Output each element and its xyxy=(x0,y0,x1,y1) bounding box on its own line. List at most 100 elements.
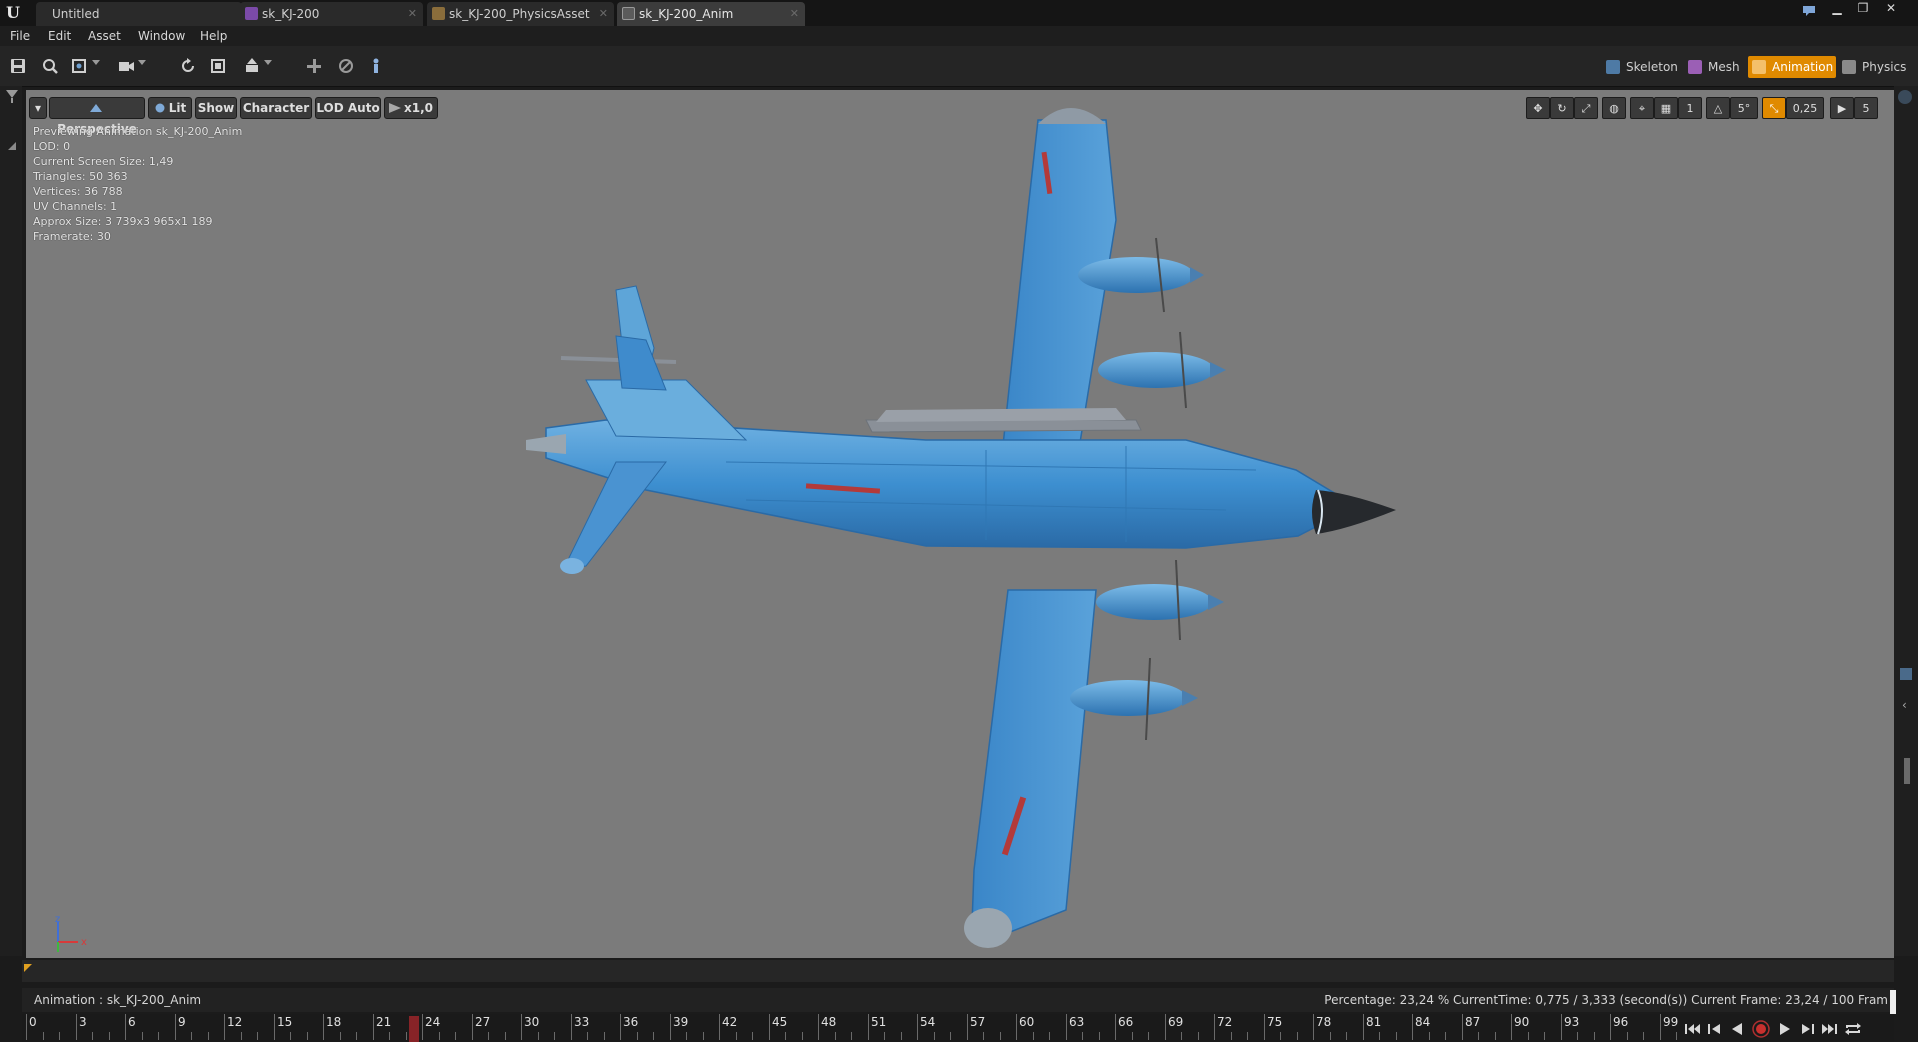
close-window-button[interactable]: ✕ xyxy=(1880,0,1902,18)
surface-snap-icon[interactable]: ⌖ xyxy=(1630,97,1654,119)
viewport-options-button[interactable]: ▾ xyxy=(29,97,47,119)
ruler-minor-tick xyxy=(1148,1032,1149,1040)
timeline-scrubber-handle[interactable] xyxy=(1890,990,1896,1014)
tab-untitled[interactable]: Untitled xyxy=(36,2,242,26)
ruler-minor-tick xyxy=(587,1032,588,1040)
ruler-minor-tick xyxy=(1033,1032,1034,1040)
ruler-tick xyxy=(224,1014,225,1040)
menu-asset[interactable]: Asset xyxy=(88,26,121,46)
scale-mode-icon[interactable]: ⤢ xyxy=(1574,97,1598,119)
export-icon[interactable] xyxy=(240,54,264,78)
close-icon[interactable]: ✕ xyxy=(408,2,417,26)
add-icon[interactable] xyxy=(302,54,326,78)
close-icon[interactable]: ✕ xyxy=(790,2,799,26)
playhead[interactable] xyxy=(409,1016,419,1042)
timeline-track-area[interactable] xyxy=(22,960,1894,982)
rotation-snap-icon[interactable]: △ xyxy=(1706,97,1730,119)
sidebar-tab-icon[interactable] xyxy=(6,90,18,104)
world-local-icon[interactable]: ◍ xyxy=(1602,97,1626,119)
loop-icon[interactable] xyxy=(1844,1020,1862,1038)
make-static-mesh-icon[interactable] xyxy=(206,54,230,78)
menu-help[interactable]: Help xyxy=(200,26,227,46)
browse-icon[interactable] xyxy=(38,54,62,78)
triangle-icon[interactable] xyxy=(8,142,16,150)
ruler-tick xyxy=(422,1014,423,1040)
perspective-button[interactable]: Perspective xyxy=(49,97,145,136)
viewport-stats: Previewing Animation sk_KJ-200_Anim LOD:… xyxy=(33,124,242,244)
tab-physics-asset[interactable]: sk_KJ-200_PhysicsAsset ✕ xyxy=(427,2,614,26)
close-icon[interactable]: ✕ xyxy=(599,2,608,26)
ruler-minor-tick xyxy=(340,1032,341,1040)
reimport-icon[interactable] xyxy=(176,54,200,78)
play-reverse-icon[interactable] xyxy=(1728,1020,1746,1038)
skip-to-start-icon[interactable] xyxy=(1684,1020,1702,1038)
scale-snap-value[interactable]: 0,25 xyxy=(1786,97,1824,119)
ruler-tick xyxy=(917,1014,918,1040)
ruler-tick xyxy=(1066,1014,1067,1040)
playback-speed-button[interactable]: x1,0 xyxy=(384,97,438,119)
translate-mode-icon[interactable]: ✥ xyxy=(1526,97,1550,119)
menu-edit[interactable]: Edit xyxy=(48,26,71,46)
grid-snap-value[interactable]: 1 xyxy=(1678,97,1702,119)
mode-skeleton-button[interactable]: Skeleton xyxy=(1602,56,1682,78)
tab-anim[interactable]: sk_KJ-200_Anim ✕ xyxy=(617,2,805,26)
menu-file[interactable]: File xyxy=(10,26,30,46)
panel-tab-icon[interactable] xyxy=(1900,668,1912,680)
chevron-down-icon[interactable] xyxy=(92,60,100,65)
mode-mesh-button[interactable]: Mesh xyxy=(1684,56,1746,78)
chevron-left-icon[interactable]: ‹ xyxy=(1902,698,1907,712)
chevron-down-icon[interactable] xyxy=(138,60,146,65)
scrollbar-thumb[interactable] xyxy=(1904,758,1910,784)
skip-to-end-icon[interactable] xyxy=(1820,1020,1838,1038)
details-tab-icon[interactable] xyxy=(1898,90,1912,104)
frame-ruler[interactable]: 0 3 6 9 12 15 18 21 24 27 30 33 36 39 42 45 48 51 54 57 60 63… xyxy=(22,1014,1680,1042)
ruler-minor-tick xyxy=(1297,1032,1298,1040)
rotation-snap-value[interactable]: 5° xyxy=(1730,97,1758,119)
lod-button[interactable]: LOD Auto xyxy=(315,97,381,119)
camera-speed-value[interactable]: 5 xyxy=(1854,97,1878,119)
mode-physics-button[interactable]: Physics xyxy=(1838,56,1916,78)
stat-screen-size: Current Screen Size: 1,49 xyxy=(33,155,174,168)
viewport[interactable]: ▾ Perspective Lit Show Character LOD Aut… xyxy=(26,90,1894,958)
chevron-down-icon[interactable] xyxy=(264,60,272,65)
lit-button[interactable]: Lit xyxy=(148,97,192,119)
show-button[interactable]: Show xyxy=(195,97,237,119)
camera-icon[interactable] xyxy=(114,54,138,78)
ruler-minor-tick xyxy=(1478,1032,1479,1040)
step-forward-icon[interactable] xyxy=(1798,1020,1816,1038)
ruler-minor-tick xyxy=(1429,1032,1430,1040)
record-icon[interactable] xyxy=(1752,1020,1770,1038)
ruler-minor-tick xyxy=(109,1032,110,1040)
engine-upper-inner xyxy=(1098,331,1226,409)
tab-label: sk_KJ-200_Anim xyxy=(639,7,734,21)
ruler-minor-tick xyxy=(241,1032,242,1040)
step-back-icon[interactable] xyxy=(1706,1020,1724,1038)
ruler-tick-label: 51 xyxy=(871,1015,887,1029)
ruler-tick-label: 45 xyxy=(772,1015,788,1029)
ruler-tick-label: 36 xyxy=(623,1015,639,1029)
physics-asset-icon xyxy=(432,7,445,20)
tab-sk-kj-200[interactable]: sk_KJ-200 ✕ xyxy=(240,2,423,26)
ruler-tick xyxy=(818,1014,819,1040)
ruler-minor-tick xyxy=(356,1032,357,1040)
play-icon[interactable] xyxy=(1776,1020,1794,1038)
save-icon[interactable] xyxy=(6,54,30,78)
scale-snap-icon[interactable]: ⤡ xyxy=(1762,97,1786,119)
maximize-button[interactable]: ❐ xyxy=(1852,0,1874,18)
feedback-icon[interactable] xyxy=(1798,4,1820,22)
mode-animation-button[interactable]: Animation xyxy=(1748,56,1836,78)
axis-z-label: z xyxy=(55,914,60,925)
physics-icon xyxy=(1842,60,1856,74)
engine-lower-inner xyxy=(1096,559,1224,641)
rotate-mode-icon[interactable]: ↻ xyxy=(1550,97,1574,119)
ruler-tick xyxy=(719,1014,720,1040)
preview-mesh-icon[interactable] xyxy=(68,54,92,78)
ruler-minor-tick xyxy=(604,1032,605,1040)
minimize-button[interactable]: ▁ xyxy=(1826,0,1848,18)
record-pose-icon[interactable] xyxy=(364,54,388,78)
character-button[interactable]: Character xyxy=(240,97,312,119)
camera-speed-icon[interactable]: ▶ xyxy=(1830,97,1854,119)
menu-window[interactable]: Window xyxy=(138,26,185,46)
apply-compression-icon[interactable] xyxy=(334,54,358,78)
grid-snap-icon[interactable]: ▦ xyxy=(1654,97,1678,119)
